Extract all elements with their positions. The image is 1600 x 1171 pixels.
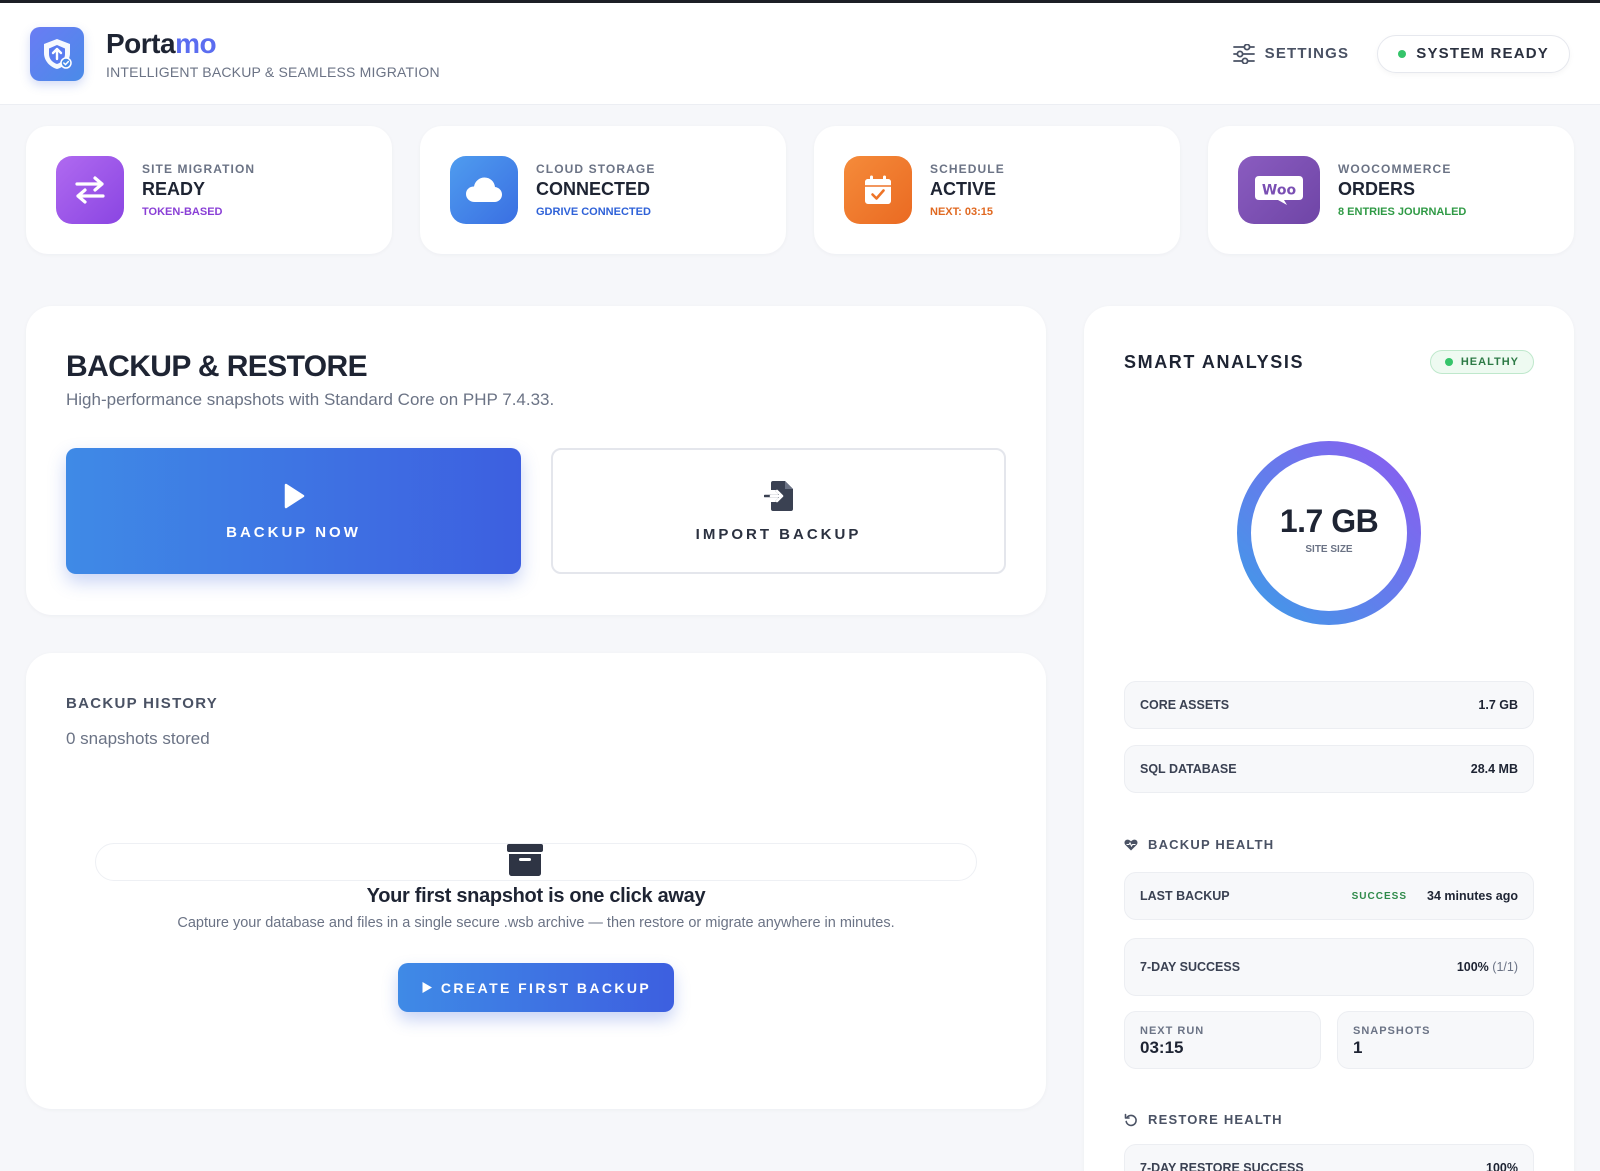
card-schedule[interactable]: SCHEDULE ACTIVE NEXT: 03:15 [814, 126, 1180, 254]
import-backup-button[interactable]: IMPORT BACKUP [551, 448, 1006, 574]
seven-day-success-row: 7-DAY SUCCESS 100% (1/1) [1124, 938, 1534, 996]
svg-text:Woo: Woo [1262, 183, 1297, 199]
snapshots-box: SNAPSHOTS 1 [1337, 1011, 1534, 1069]
sql-database-row: SQL DATABASE 28.4 MB [1124, 745, 1534, 793]
restore-health-title: RESTORE HEALTH [1148, 1112, 1283, 1127]
health-status-label: HEALTHY [1460, 356, 1519, 368]
heart-pulse-icon [1124, 839, 1138, 850]
restore-success-value: 100% [1486, 1161, 1518, 1171]
core-assets-value: 1.7 GB [1478, 698, 1518, 712]
site-size-ring: 1.7 GB SITE SIZE [1235, 439, 1423, 627]
system-status-badge: SYSTEM READY [1377, 34, 1570, 73]
restore-success-label: 7-DAY RESTORE SUCCESS [1140, 1161, 1304, 1171]
card-woocommerce[interactable]: Woo WOOCOMMERCE ORDERS 8 ENTRIES JOURNAL… [1208, 126, 1574, 254]
calendar-check-icon [865, 175, 891, 204]
last-backup-label: LAST BACKUP [1140, 889, 1230, 903]
card-icon-tile [450, 156, 518, 224]
card-subtitle: GDRIVE CONNECTED [536, 206, 651, 218]
last-backup-status-badge: SUCCESS [1351, 890, 1407, 902]
next-run-label: NEXT RUN [1140, 1025, 1205, 1037]
file-import-icon [763, 480, 793, 511]
backup-health-title: BACKUP HEALTH [1148, 837, 1275, 852]
create-first-backup-button[interactable]: CREATE FIRST BACKUP [398, 963, 674, 1012]
status-dot-icon [1398, 49, 1407, 58]
card-subtitle: NEXT: 03:15 [930, 206, 993, 218]
core-assets-row: CORE ASSETS 1.7 GB [1124, 681, 1534, 729]
backup-health-heading: BACKUP HEALTH [1124, 837, 1274, 852]
card-kicker: CLOUD STORAGE [536, 162, 656, 176]
cloud-icon [466, 177, 502, 202]
swap-arrows-icon [75, 176, 105, 204]
card-site-migration[interactable]: SITE MIGRATION READY TOKEN-BASED [26, 126, 392, 254]
seven-day-success-label: 7-DAY SUCCESS [1140, 960, 1241, 974]
last-backup-time: 34 minutes ago [1427, 889, 1518, 903]
app-header: Portamo INTELLIGENT BACKUP & SEAMLESS MI… [0, 3, 1600, 105]
sliders-icon [1232, 43, 1255, 64]
status-cards: SITE MIGRATION READY TOKEN-BASED CLOUD S… [26, 126, 1574, 254]
woo-icon: Woo [1255, 176, 1303, 205]
card-subtitle: 8 ENTRIES JOURNALED [1338, 206, 1467, 218]
backup-restore-title: BACKUP & RESTORE [66, 350, 368, 383]
shield-upload-icon [44, 38, 72, 69]
card-icon-tile: Woo [1238, 156, 1320, 224]
snapshot-count: 0 snapshots stored [66, 729, 210, 748]
status-dot-icon [1444, 358, 1453, 366]
smart-analysis-title: SMART ANALYSIS [1124, 351, 1305, 372]
next-run-box: NEXT RUN 03:15 [1124, 1011, 1321, 1069]
backup-now-button[interactable]: BACKUP NOW [66, 448, 521, 574]
backup-restore-panel: BACKUP & RESTORE High-performance snapsh… [26, 306, 1046, 615]
import-backup-label: IMPORT BACKUP [695, 525, 862, 543]
backup-history-panel: BACKUP HISTORY 0 snapshots stored Your f… [26, 653, 1046, 1109]
card-cloud-storage[interactable]: CLOUD STORAGE CONNECTED GDRIVE CONNECTED [420, 126, 786, 254]
next-run-value: 03:15 [1140, 1038, 1184, 1057]
card-icon-tile [844, 156, 912, 224]
snapshots-label: SNAPSHOTS [1353, 1025, 1431, 1037]
core-assets-label: CORE ASSETS [1140, 698, 1230, 712]
restore-success-row: 7-DAY RESTORE SUCCESS 100% [1124, 1144, 1534, 1171]
restore-health-heading: RESTORE HEALTH [1124, 1112, 1283, 1127]
site-size-label: SITE SIZE [1305, 544, 1353, 555]
card-kicker: SITE MIGRATION [142, 162, 256, 176]
system-status-label: SYSTEM READY [1416, 45, 1549, 62]
brand-name: Portamo [106, 27, 217, 59]
play-icon [422, 982, 432, 993]
card-title: READY [142, 179, 206, 199]
card-title: CONNECTED [536, 179, 651, 199]
backup-restore-subtitle: High-performance snapshots with Standard… [66, 390, 555, 409]
sql-database-value: 28.4 MB [1470, 762, 1518, 776]
site-size-value: 1.7 GB [1279, 503, 1379, 539]
portamo-logo[interactable] [30, 26, 84, 81]
card-title: ACTIVE [930, 179, 997, 199]
brand-tagline: INTELLIGENT BACKUP & SEAMLESS MIGRATION [106, 63, 440, 80]
restore-arrow-icon [1124, 1113, 1137, 1126]
smart-analysis-panel: SMART ANALYSIS HEALTHY 1.7 GB SITE SIZE … [1084, 306, 1574, 1171]
card-kicker: SCHEDULE [930, 162, 1005, 176]
empty-state-title: Your first snapshot is one click away [366, 885, 706, 907]
settings-button[interactable]: SETTINGS [1232, 43, 1350, 64]
create-first-backup-label: CREATE FIRST BACKUP [440, 979, 652, 996]
settings-label: SETTINGS [1264, 45, 1350, 62]
last-backup-row: LAST BACKUP SUCCESS 34 minutes ago [1124, 872, 1534, 920]
backup-now-label: BACKUP NOW [226, 523, 361, 541]
archive-box-icon [507, 844, 543, 876]
seven-day-success-value: 100% (1/1) [1456, 960, 1518, 974]
backup-history-title: BACKUP HISTORY [66, 695, 219, 712]
empty-state-description: Capture your database and files in a sin… [177, 915, 895, 931]
play-icon [284, 483, 304, 508]
card-subtitle: TOKEN-BASED [142, 206, 223, 218]
sql-database-label: SQL DATABASE [1140, 762, 1237, 776]
snapshots-value: 1 [1353, 1038, 1363, 1057]
card-title: ORDERS [1338, 179, 1416, 199]
health-status-badge: HEALTHY [1429, 350, 1534, 374]
card-icon-tile [56, 156, 124, 224]
card-kicker: WOOCOMMERCE [1338, 162, 1452, 176]
